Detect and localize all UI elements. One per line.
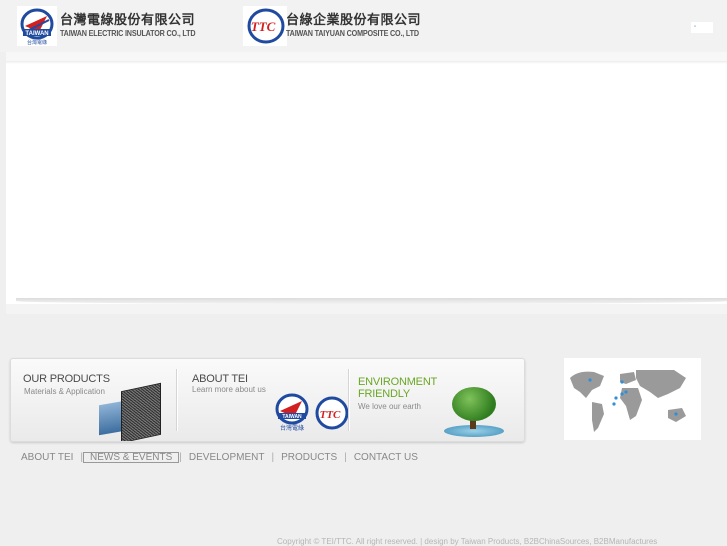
world-map-icon[interactable] (564, 358, 701, 440)
tei-name-en: TAIWAN ELECTRIC INSULATOR CO., LTD (60, 29, 196, 38)
banner-top-shadow (6, 61, 727, 64)
products-feature[interactable]: OUR PRODUCTS Materials & Application (11, 359, 176, 441)
tei-logo-icon: TAIWAN 台灣電綠 (17, 6, 57, 46)
ttc-mini-mark-text: TTC (320, 409, 341, 421)
bottom-nav: ABOUT TEI | NEWS & EVENTS | DEVELOPMENT … (14, 450, 425, 464)
ttc-name-en: TAIWAN TAIYUAN COMPOSITE CO., LTD (286, 29, 419, 38)
tei-name-zh: 台灣電綠股份有限公司 (60, 13, 196, 28)
tree-icon (452, 387, 496, 421)
products-title: OUR PRODUCTS (23, 373, 110, 385)
banner-bottom-strip (6, 304, 727, 314)
ttc-mini-logo-icon: TTC (315, 396, 349, 430)
tei-mini-mark-sub: 台灣電綠 (280, 424, 304, 432)
products-subtitle: Materials & Application (24, 387, 105, 396)
tei-mark-text: TAIWAN (25, 31, 48, 37)
ttc-logo-icon: TTC (243, 6, 287, 46)
nav-development[interactable]: DEVELOPMENT (182, 452, 272, 463)
ttc-logo[interactable]: TTC 台綠企業股份有限公司 TAIWAN TAIYUAN COMPOSITE … (243, 6, 434, 46)
environment-feature[interactable]: ENVIRONMENT FRIENDLY We love our earth (348, 359, 524, 441)
about-feature[interactable]: ABOUT TEI Learn more about us TAIWAN 台灣電… (176, 359, 349, 441)
feature-strip: OUR PRODUCTS Materials & Application ABO… (10, 358, 525, 442)
about-title: ABOUT TEI (192, 373, 248, 385)
about-subtitle: Learn more about us (192, 385, 266, 394)
nav-contact-us[interactable]: CONTACT US (347, 452, 425, 463)
environment-subtitle: We love our earth (358, 402, 421, 411)
environment-title: ENVIRONMENT FRIENDLY (358, 376, 437, 400)
banner-area (6, 52, 727, 314)
nav-products[interactable]: PRODUCTS (274, 452, 344, 463)
tei-mark-sub: 台灣電綠 (27, 39, 47, 46)
flag-icon[interactable]: ▫ (691, 22, 713, 33)
ttc-mark-text: TTC (251, 19, 276, 34)
header: TAIWAN 台灣電綠 台灣電綠股份有限公司 TAIWAN ELECTRIC I… (0, 0, 727, 52)
nav-about-tei[interactable]: ABOUT TEI (14, 452, 80, 463)
tei-mini-logo-icon: TAIWAN 台灣電綠 (275, 393, 309, 432)
ttc-name-zh: 台綠企業股份有限公司 (286, 13, 422, 28)
tei-mini-mark-text: TAIWAN (282, 414, 302, 420)
carbon-sheet-icon (121, 382, 161, 441)
tei-logo[interactable]: TAIWAN 台灣電綠 台灣電綠股份有限公司 TAIWAN ELECTRIC I… (17, 6, 210, 46)
nav-news-events[interactable]: NEWS & EVENTS (83, 451, 180, 463)
